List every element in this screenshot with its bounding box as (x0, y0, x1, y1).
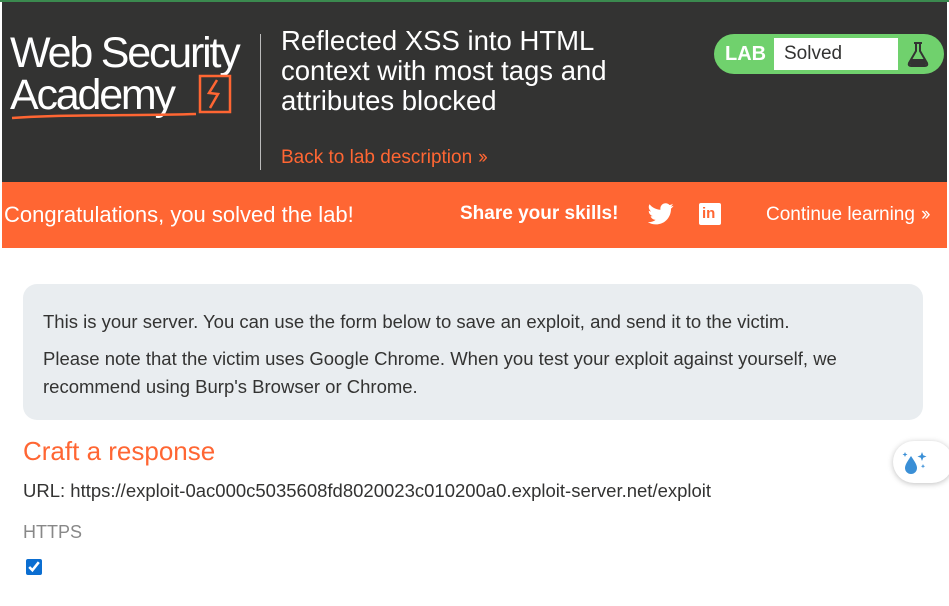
linkedin-icon[interactable]: in (699, 203, 721, 225)
header-divider (260, 34, 261, 170)
lab-status-text: Solved (784, 43, 843, 64)
https-checkbox[interactable] (26, 559, 42, 575)
browser-note-text: Please note that the victim uses Google … (43, 348, 837, 397)
assistant-floating-button[interactable] (893, 441, 949, 483)
server-info-box: This is your server. You can use the for… (23, 284, 923, 420)
lab-title: Reflected XSS into HTML context with mos… (281, 25, 607, 116)
double-chevron-right-icon: ›› (478, 147, 488, 168)
https-label: HTTPS (23, 522, 83, 542)
solved-banner: Congratulations, you solved the lab! Sha… (2, 182, 947, 248)
twitter-icon[interactable] (648, 203, 674, 225)
flask-icon (907, 42, 929, 67)
lab-status-badge: LAB Solved (714, 34, 944, 74)
exploit-url-text: URL: https://exploit-0ac000c5035608fd802… (23, 480, 712, 501)
sparkle-droplet-icon (902, 452, 927, 474)
lab-badge-label: LAB (725, 43, 767, 65)
continue-learning-link[interactable]: Continue learning ›› (766, 204, 931, 226)
share-skills-label: Share your skills! (460, 203, 619, 224)
back-link-label: Back to lab description (281, 147, 473, 168)
lab-status-box: Solved (774, 38, 898, 70)
logo-underline-icon (11, 74, 232, 120)
lab-header: Web Security Academy Reflected XSS into … (2, 2, 947, 182)
continue-learning-label: Continue learning (766, 204, 915, 225)
web-security-academy-logo[interactable]: Web Security Academy (10, 30, 260, 130)
double-chevron-right-icon: ›› (920, 204, 931, 225)
congratulations-message: Congratulations, you solved the lab! (4, 202, 354, 227)
craft-response-heading: Craft a response (23, 436, 216, 466)
server-info-text: This is your server. You can use the for… (43, 311, 790, 332)
back-to-lab-description-link[interactable]: Back to lab description ›› (281, 147, 488, 169)
